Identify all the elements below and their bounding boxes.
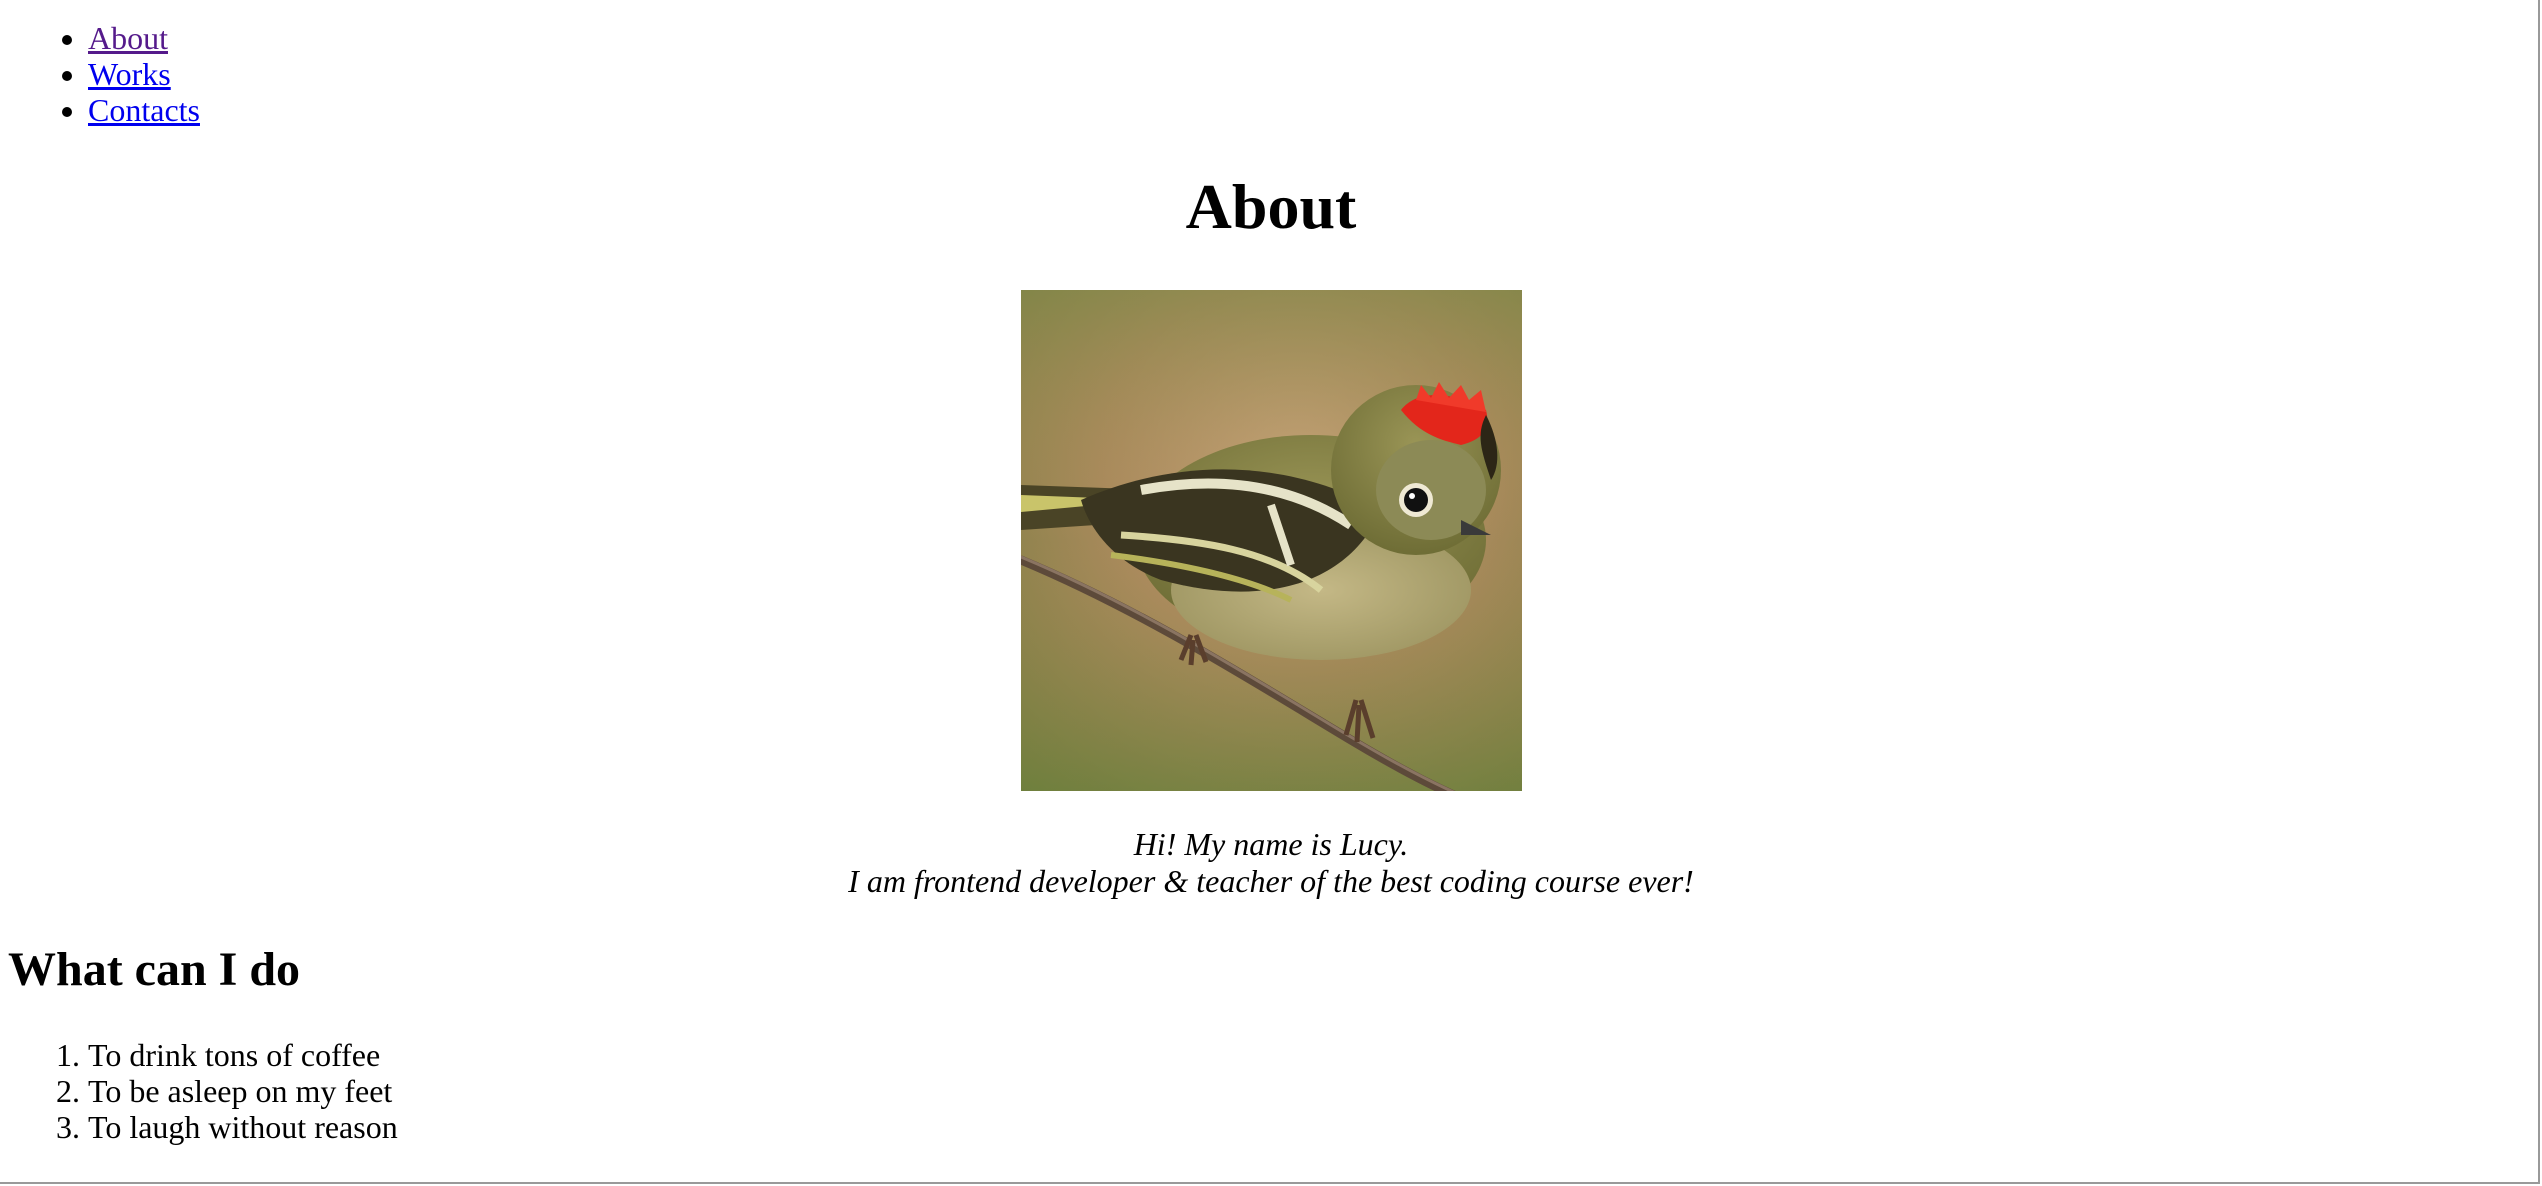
nav-link-about[interactable]: About bbox=[88, 20, 168, 56]
list-item: To drink tons of coffee bbox=[88, 1037, 398, 1073]
skills-list: To drink tons of coffee To be asleep on … bbox=[0, 1037, 398, 1145]
intro-line-2: I am frontend developer & teacher of the… bbox=[848, 863, 1694, 899]
list-item: To be asleep on my feet bbox=[88, 1073, 398, 1109]
intro-line-1: Hi! My name is Lucy. bbox=[1133, 826, 1409, 862]
skills-heading: What can I do bbox=[8, 943, 301, 996]
nav-item-contacts: Contacts bbox=[88, 92, 200, 128]
nav-item-about: About bbox=[88, 20, 200, 56]
nav-link-contacts[interactable]: Contacts bbox=[88, 92, 200, 128]
page-title: About bbox=[1185, 171, 1357, 242]
page: About Works Contacts About bbox=[0, 0, 2540, 1184]
bird-image bbox=[1021, 290, 1522, 791]
intro-text: Hi! My name is Lucy. I am frontend devel… bbox=[0, 826, 2542, 900]
profile-photo bbox=[1021, 290, 1522, 791]
nav-item-works: Works bbox=[88, 56, 200, 92]
nav-menu: About Works Contacts bbox=[0, 20, 200, 128]
list-item: To laugh without reason bbox=[88, 1109, 398, 1145]
nav-link-works[interactable]: Works bbox=[88, 56, 171, 92]
